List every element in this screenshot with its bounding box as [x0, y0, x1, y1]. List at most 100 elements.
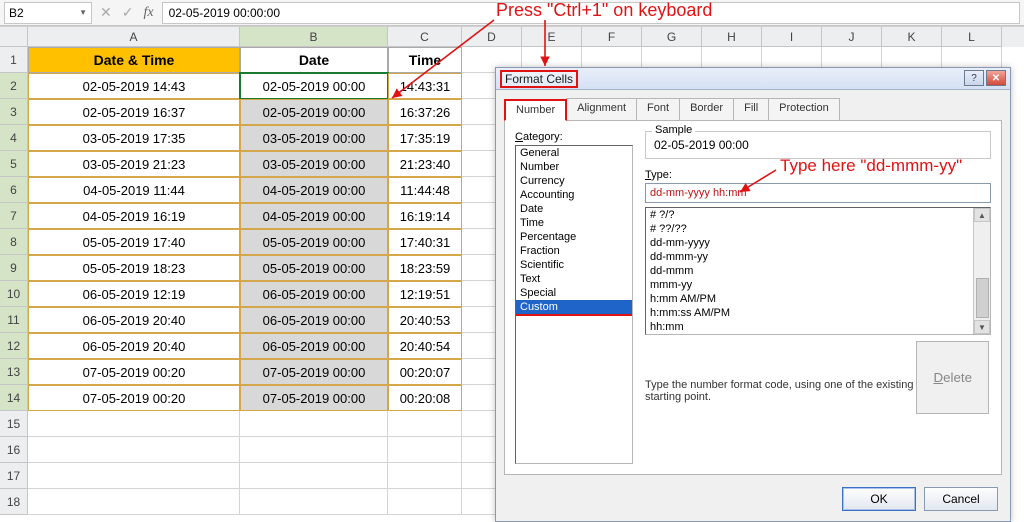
format-item[interactable]: h:mm:ss AM/PM	[646, 306, 973, 320]
cell[interactable]: 04-05-2019 16:19	[28, 203, 240, 229]
format-item[interactable]: dd-mmm-yy	[646, 250, 973, 264]
format-item[interactable]: # ??/??	[646, 222, 973, 236]
col-header-K[interactable]: K	[882, 27, 942, 47]
cell[interactable]: 03-05-2019 17:35	[28, 125, 240, 151]
format-item[interactable]: h:mm AM/PM	[646, 292, 973, 306]
row-header[interactable]: 8	[0, 229, 28, 255]
cell[interactable]: 03-05-2019 21:23	[28, 151, 240, 177]
cell[interactable]	[388, 411, 462, 437]
format-item[interactable]: hh:mm:ss	[646, 334, 973, 335]
cell[interactable]	[240, 437, 388, 463]
cell[interactable]	[28, 463, 240, 489]
col-header-C[interactable]: C	[388, 27, 462, 47]
category-item[interactable]: Accounting	[516, 188, 632, 202]
row-header[interactable]: 1	[0, 47, 28, 73]
format-item[interactable]: dd-mmm	[646, 264, 973, 278]
cell[interactable]: 11:44:48	[388, 177, 462, 203]
tab-fill[interactable]: Fill	[733, 98, 769, 120]
col-header-A[interactable]: A	[28, 27, 240, 47]
col-header-J[interactable]: J	[822, 27, 882, 47]
dialog-titlebar[interactable]: Format Cells ? ✕	[496, 68, 1010, 90]
cell[interactable]: 06-05-2019 00:00	[240, 333, 388, 359]
row-header[interactable]: 15	[0, 411, 28, 437]
cell[interactable]: 04-05-2019 11:44	[28, 177, 240, 203]
cell[interactable]	[28, 437, 240, 463]
row-header[interactable]: 7	[0, 203, 28, 229]
cell[interactable]: Date	[240, 47, 388, 73]
tab-font[interactable]: Font	[636, 98, 680, 120]
category-item[interactable]: Scientific	[516, 258, 632, 272]
accept-icon[interactable]: ✓	[122, 4, 134, 21]
cell[interactable]: 17:35:19	[388, 125, 462, 151]
category-item[interactable]: Time	[516, 216, 632, 230]
ok-button[interactable]: OK	[842, 487, 916, 511]
col-header-E[interactable]: E	[522, 27, 582, 47]
cell[interactable]: 06-05-2019 12:19	[28, 281, 240, 307]
category-item[interactable]: Percentage	[516, 230, 632, 244]
type-input[interactable]	[645, 183, 991, 203]
cell[interactable]: 21:23:40	[388, 151, 462, 177]
cell[interactable]	[388, 489, 462, 515]
cancel-button[interactable]: Cancel	[924, 487, 998, 511]
category-item[interactable]: Custom	[516, 300, 632, 316]
cell[interactable]: 05-05-2019 00:00	[240, 229, 388, 255]
format-item[interactable]: dd-mm-yyyy	[646, 236, 973, 250]
row-header[interactable]: 12	[0, 333, 28, 359]
cell[interactable]: 05-05-2019 17:40	[28, 229, 240, 255]
cell[interactable]: 05-05-2019 18:23	[28, 255, 240, 281]
format-list-scrollbar[interactable]: ▲ ▼	[973, 208, 990, 334]
cell[interactable]: 00:20:07	[388, 359, 462, 385]
cell[interactable]: 02-05-2019 00:00	[240, 73, 388, 99]
formula-bar[interactable]: 02-05-2019 00:00:00	[162, 2, 1020, 24]
category-item[interactable]: Fraction	[516, 244, 632, 258]
cell[interactable]: 06-05-2019 20:40	[28, 307, 240, 333]
cell[interactable]: 20:40:53	[388, 307, 462, 333]
row-header[interactable]: 17	[0, 463, 28, 489]
col-header-B[interactable]: B	[240, 27, 388, 47]
cell[interactable]: 02-05-2019 14:43	[28, 73, 240, 99]
cell[interactable]	[240, 463, 388, 489]
cell[interactable]: 06-05-2019 20:40	[28, 333, 240, 359]
category-item[interactable]: Special	[516, 286, 632, 300]
tab-alignment[interactable]: Alignment	[566, 98, 637, 120]
cell[interactable]: 02-05-2019 16:37	[28, 99, 240, 125]
cell[interactable]: 02-05-2019 00:00	[240, 99, 388, 125]
row-header[interactable]: 3	[0, 99, 28, 125]
cell[interactable]: 16:19:14	[388, 203, 462, 229]
row-header[interactable]: 18	[0, 489, 28, 515]
category-list[interactable]: GeneralNumberCurrencyAccountingDateTimeP…	[515, 145, 633, 464]
row-header[interactable]: 14	[0, 385, 28, 411]
cell[interactable]: 18:23:59	[388, 255, 462, 281]
row-header[interactable]: 6	[0, 177, 28, 203]
col-header-G[interactable]: G	[642, 27, 702, 47]
select-all-corner[interactable]	[0, 27, 28, 47]
cell[interactable]: 03-05-2019 00:00	[240, 151, 388, 177]
row-header[interactable]: 11	[0, 307, 28, 333]
cell[interactable]: Time	[388, 47, 462, 73]
cell[interactable]: 14:43:31	[388, 73, 462, 99]
format-item[interactable]: # ?/?	[646, 208, 973, 222]
format-item[interactable]: mmm-yy	[646, 278, 973, 292]
col-header-D[interactable]: D	[462, 27, 522, 47]
category-item[interactable]: General	[516, 146, 632, 160]
cell[interactable]: 00:20:08	[388, 385, 462, 411]
scroll-down-icon[interactable]: ▼	[974, 320, 990, 334]
cell[interactable]: 12:19:51	[388, 281, 462, 307]
row-header[interactable]: 10	[0, 281, 28, 307]
row-header[interactable]: 9	[0, 255, 28, 281]
cell[interactable]: 07-05-2019 00:00	[240, 385, 388, 411]
row-header[interactable]: 13	[0, 359, 28, 385]
cell[interactable]: 06-05-2019 00:00	[240, 281, 388, 307]
cell[interactable]: 04-05-2019 00:00	[240, 203, 388, 229]
cell[interactable]: 04-05-2019 00:00	[240, 177, 388, 203]
category-item[interactable]: Text	[516, 272, 632, 286]
cell[interactable]: 07-05-2019 00:20	[28, 385, 240, 411]
col-header-L[interactable]: L	[942, 27, 1002, 47]
cell[interactable]: Date & Time	[28, 47, 240, 73]
cell[interactable]	[28, 411, 240, 437]
scroll-thumb[interactable]	[976, 278, 989, 318]
category-item[interactable]: Number	[516, 160, 632, 174]
format-item[interactable]: hh:mm	[646, 320, 973, 334]
col-header-F[interactable]: F	[582, 27, 642, 47]
cell[interactable]: 17:40:31	[388, 229, 462, 255]
